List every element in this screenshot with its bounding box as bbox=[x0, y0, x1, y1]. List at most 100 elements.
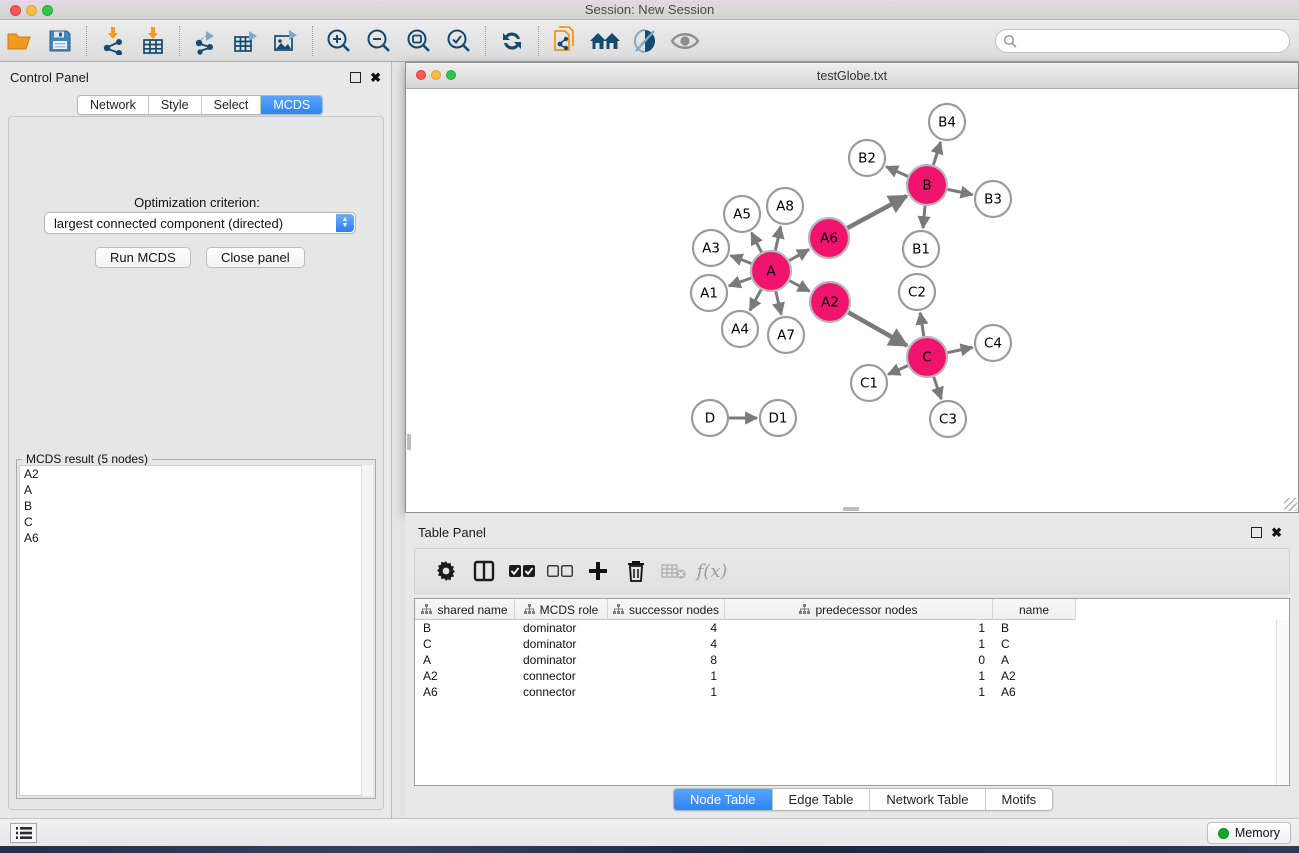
table-cell[interactable]: dominator bbox=[515, 621, 608, 635]
table-cell[interactable]: dominator bbox=[515, 653, 608, 667]
export-image-icon[interactable] bbox=[266, 24, 306, 58]
table-cell[interactable]: 1 bbox=[725, 669, 993, 683]
run-mcds-button[interactable]: Run MCDS bbox=[95, 247, 191, 268]
select-all-checkboxes-icon[interactable] bbox=[503, 554, 541, 588]
table-cell[interactable]: 4 bbox=[608, 637, 725, 651]
table-cell[interactable]: connector bbox=[515, 669, 608, 683]
table-row[interactable]: Adominator80A bbox=[415, 652, 1275, 668]
table-cell[interactable]: 0 bbox=[725, 653, 993, 667]
table-cell[interactable]: 1 bbox=[608, 669, 725, 683]
result-list-item[interactable]: A bbox=[20, 482, 372, 498]
table-cell[interactable]: 1 bbox=[608, 685, 725, 699]
table-row[interactable]: A6connector11A6 bbox=[415, 684, 1275, 700]
table-cell[interactable]: C bbox=[415, 637, 515, 651]
home-layout-icon[interactable] bbox=[585, 24, 625, 58]
edge-A-A1[interactable] bbox=[729, 278, 751, 286]
open-session-icon[interactable] bbox=[0, 24, 40, 58]
deselect-all-checkboxes-icon[interactable] bbox=[541, 554, 579, 588]
edge-A2-C[interactable] bbox=[848, 312, 907, 345]
import-network-icon[interactable] bbox=[93, 24, 133, 58]
zoom-out-icon[interactable] bbox=[359, 24, 399, 58]
table-cell[interactable]: A6 bbox=[993, 685, 1076, 699]
edge-C-C3[interactable] bbox=[934, 377, 942, 399]
tab-network[interactable]: Network bbox=[78, 96, 149, 114]
table-cell[interactable]: 8 bbox=[608, 653, 725, 667]
table-cell[interactable]: A6 bbox=[415, 685, 515, 699]
search-field[interactable] bbox=[995, 29, 1290, 53]
table-body[interactable]: Bdominator41BCdominator41CAdominator80AA… bbox=[415, 620, 1275, 785]
edge-A-A2[interactable] bbox=[790, 281, 810, 292]
edge-C-C1[interactable] bbox=[888, 366, 908, 375]
edge-A-A4[interactable] bbox=[750, 290, 761, 311]
network-from-clipboard-icon[interactable] bbox=[545, 24, 585, 58]
optimization-criterion-dropdown[interactable]: largest connected component (directed) ▲… bbox=[44, 212, 356, 234]
edge-B-B1[interactable] bbox=[923, 206, 925, 228]
column-header-predecessor-nodes[interactable]: predecessor nodes bbox=[725, 599, 993, 620]
table-cell[interactable]: B bbox=[415, 621, 515, 635]
show-task-history-button[interactable] bbox=[10, 823, 37, 843]
table-cell[interactable]: A bbox=[415, 653, 515, 667]
table-options-gear-icon[interactable] bbox=[427, 554, 465, 588]
toggle-graphics-details-icon[interactable] bbox=[625, 24, 665, 58]
table-cell[interactable]: A bbox=[993, 653, 1076, 667]
edge-B-B3[interactable] bbox=[948, 189, 973, 194]
float-table-panel-icon[interactable] bbox=[1251, 527, 1262, 538]
column-header-shared-name[interactable]: shared name bbox=[415, 599, 515, 620]
edge-C-C2[interactable] bbox=[920, 313, 924, 336]
search-input[interactable] bbox=[1021, 34, 1289, 48]
edge-A-A7[interactable] bbox=[776, 291, 781, 314]
close-table-panel-icon[interactable]: ✖ bbox=[1271, 527, 1282, 538]
zoom-selected-icon[interactable] bbox=[439, 24, 479, 58]
table-scrollbar[interactable] bbox=[1276, 620, 1289, 785]
edge-A-A3[interactable] bbox=[731, 256, 752, 264]
import-table-icon[interactable] bbox=[133, 24, 173, 58]
result-list-item[interactable]: C bbox=[20, 514, 372, 530]
column-header-MCDS-role[interactable]: MCDS role bbox=[515, 599, 608, 620]
add-column-icon[interactable] bbox=[579, 554, 617, 588]
save-session-icon[interactable] bbox=[40, 24, 80, 58]
table-row[interactable]: Cdominator41C bbox=[415, 636, 1275, 652]
edge-A6-B[interactable] bbox=[847, 196, 906, 228]
result-list-item[interactable]: A6 bbox=[20, 530, 372, 546]
result-list-item[interactable]: A2 bbox=[20, 466, 372, 482]
window-resize-grip[interactable] bbox=[1284, 498, 1297, 511]
column-header-successor-nodes[interactable]: successor nodes bbox=[608, 599, 725, 620]
tab-mcds[interactable]: MCDS bbox=[261, 96, 322, 114]
table-cell[interactable]: C bbox=[993, 637, 1076, 651]
edge-A-A6[interactable] bbox=[789, 249, 809, 260]
horizontal-scroll-indicator[interactable] bbox=[843, 507, 859, 511]
close-panel-icon[interactable]: ✖ bbox=[370, 72, 381, 83]
mcds-result-list[interactable]: A2ABCA6 bbox=[19, 465, 373, 796]
tab-select[interactable]: Select bbox=[202, 96, 262, 114]
table-cell[interactable]: 1 bbox=[725, 685, 993, 699]
tab-network-table[interactable]: Network Table bbox=[870, 789, 985, 810]
delete-column-icon[interactable] bbox=[617, 554, 655, 588]
refresh-icon[interactable] bbox=[492, 24, 532, 58]
tab-style[interactable]: Style bbox=[149, 96, 202, 114]
show-hide-graphics-icon[interactable] bbox=[665, 24, 705, 58]
result-scrollbar[interactable] bbox=[361, 465, 373, 796]
float-panel-icon[interactable] bbox=[350, 72, 361, 83]
table-cell[interactable]: 4 bbox=[608, 621, 725, 635]
table-cell[interactable]: B bbox=[993, 621, 1076, 635]
table-cell[interactable]: connector bbox=[515, 685, 608, 699]
edge-B-B2[interactable] bbox=[886, 167, 908, 177]
tab-motifs[interactable]: Motifs bbox=[986, 789, 1053, 810]
table-cell[interactable]: A2 bbox=[415, 669, 515, 683]
memory-button[interactable]: Memory bbox=[1207, 822, 1291, 844]
table-cell[interactable]: dominator bbox=[515, 637, 608, 651]
edge-C-C4[interactable] bbox=[948, 347, 973, 352]
zoom-in-icon[interactable] bbox=[319, 24, 359, 58]
table-header-row[interactable]: shared nameMCDS rolesuccessor nodesprede… bbox=[415, 599, 1076, 620]
show-column-icon[interactable] bbox=[465, 554, 503, 588]
zoom-fit-icon[interactable] bbox=[399, 24, 439, 58]
edge-B-B4[interactable] bbox=[933, 142, 940, 165]
edge-A-A8[interactable] bbox=[775, 227, 780, 251]
tab-edge-table[interactable]: Edge Table bbox=[773, 789, 871, 810]
table-row[interactable]: A2connector11A2 bbox=[415, 668, 1275, 684]
table-cell[interactable]: 1 bbox=[725, 637, 993, 651]
export-network-icon[interactable] bbox=[186, 24, 226, 58]
edge-A-A5[interactable] bbox=[752, 233, 762, 253]
result-list-item[interactable]: B bbox=[20, 498, 372, 514]
close-panel-button[interactable]: Close panel bbox=[206, 247, 305, 268]
